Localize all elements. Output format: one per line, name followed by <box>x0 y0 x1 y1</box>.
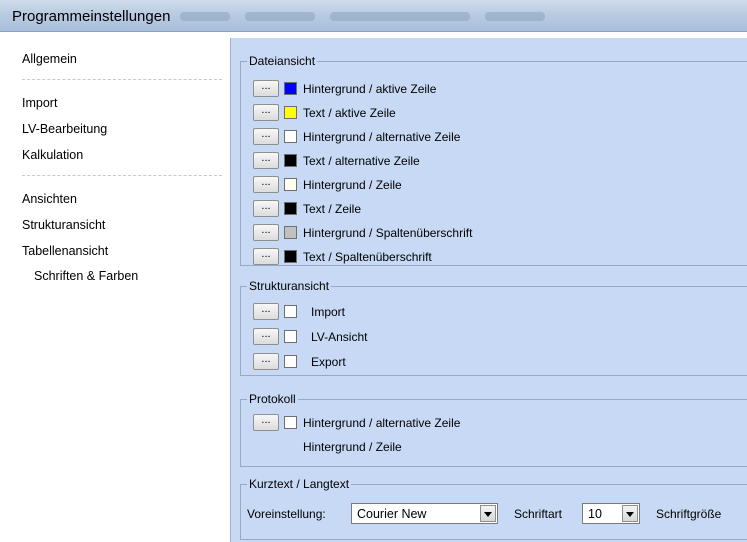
sidebar-item-kalkulation[interactable]: Kalkulation <box>22 148 83 162</box>
font-label: Schriftart <box>514 507 563 521</box>
blurred-background-area <box>245 12 315 21</box>
color-swatch <box>284 416 297 429</box>
color-picker-button[interactable]: ... <box>253 248 279 265</box>
color-picker-button[interactable]: ... <box>253 176 279 193</box>
color-row-label: Import <box>311 305 346 319</box>
sidebar-item-import[interactable]: Import <box>22 96 57 110</box>
group-strukturansicht: Strukturansicht ... Import ... LV-Ansich… <box>240 279 747 376</box>
color-picker-button[interactable]: ... <box>253 414 279 431</box>
color-picker-button[interactable]: ... <box>253 303 279 320</box>
color-picker-button[interactable]: ... <box>253 200 279 217</box>
color-row-label: Hintergrund / alternative Zeile <box>303 130 461 144</box>
group-title: Dateiansicht <box>247 54 318 68</box>
protokoll-extra-label: Hintergrund / Zeile <box>303 440 402 454</box>
color-swatch <box>284 355 297 368</box>
color-swatch <box>284 202 297 215</box>
color-swatch <box>284 154 297 167</box>
color-picker-button[interactable]: ... <box>253 104 279 121</box>
color-swatch <box>284 226 297 239</box>
color-swatch <box>284 250 297 263</box>
font-family-select[interactable]: Courier New <box>351 503 498 524</box>
settings-panel: Dateiansicht ... Hintergrund / aktive Ze… <box>230 38 747 542</box>
font-size-select[interactable]: 10 <box>582 503 640 524</box>
font-family-value: Courier New <box>357 507 427 521</box>
color-row-label: Text / alternative Zeile <box>303 154 420 168</box>
group-kurztext-langtext: Kurztext / Langtext Voreinstellung: Cour… <box>240 477 747 540</box>
color-picker-button[interactable]: ... <box>253 328 279 345</box>
sidebar-item-lv-bearbeitung[interactable]: LV-Bearbeitung <box>22 122 107 136</box>
font-size-value: 10 <box>588 507 602 521</box>
sidebar-separator <box>22 175 222 176</box>
title-bar: Programmeinstellungen <box>0 0 747 32</box>
color-row-label: Hintergrund / Spaltenüberschrift <box>303 226 473 240</box>
color-row-label: Hintergrund / alternative Zeile <box>303 416 461 430</box>
sidebar-separator <box>22 79 222 80</box>
group-protokoll: Protokoll ... Hintergrund / alternative … <box>240 392 747 467</box>
blurred-background-area <box>180 12 230 21</box>
color-row-label: Export <box>311 355 346 369</box>
color-swatch <box>284 178 297 191</box>
group-title: Strukturansicht <box>247 279 332 293</box>
group-title: Kurztext / Langtext <box>247 477 352 491</box>
sidebar-item-strukturansicht[interactable]: Strukturansicht <box>22 218 105 232</box>
color-picker-button[interactable]: ... <box>253 353 279 370</box>
blurred-background-area <box>485 12 545 21</box>
group-title: Protokoll <box>247 392 298 406</box>
color-picker-button[interactable]: ... <box>253 152 279 169</box>
sidebar-item-schriften-farben[interactable]: Schriften & Farben <box>34 269 138 283</box>
sidebar-item-tabellenansicht[interactable]: Tabellenansicht <box>22 244 108 258</box>
color-swatch <box>284 330 297 343</box>
color-swatch <box>284 305 297 318</box>
settings-sidebar: Allgemein Import LV-Bearbeitung Kalkulat… <box>8 38 230 542</box>
preset-label: Voreinstellung: <box>247 507 326 521</box>
color-picker-button[interactable]: ... <box>253 224 279 241</box>
window-title: Programmeinstellungen <box>12 8 171 25</box>
color-row-label: Text / aktive Zeile <box>303 106 396 120</box>
sidebar-item-allgemein[interactable]: Allgemein <box>22 52 77 66</box>
color-picker-button[interactable]: ... <box>253 80 279 97</box>
color-swatch <box>284 130 297 143</box>
font-size-label: Schriftgröße <box>656 507 722 521</box>
color-row-label: Text / Spaltenüberschrift <box>303 250 432 264</box>
dropdown-arrow-icon[interactable] <box>480 505 496 522</box>
color-row-label: Hintergrund / aktive Zeile <box>303 82 437 96</box>
color-swatch <box>284 82 297 95</box>
sidebar-item-ansichten[interactable]: Ansichten <box>22 192 77 206</box>
blurred-background-area <box>330 12 470 21</box>
color-row-label: LV-Ansicht <box>311 330 368 344</box>
dropdown-arrow-icon[interactable] <box>622 505 638 522</box>
color-row-label: Hintergrund / Zeile <box>303 178 402 192</box>
group-dateiansicht: Dateiansicht ... Hintergrund / aktive Ze… <box>240 54 747 266</box>
color-row-label: Text / Zeile <box>303 202 362 216</box>
color-picker-button[interactable]: ... <box>253 128 279 145</box>
color-swatch <box>284 106 297 119</box>
